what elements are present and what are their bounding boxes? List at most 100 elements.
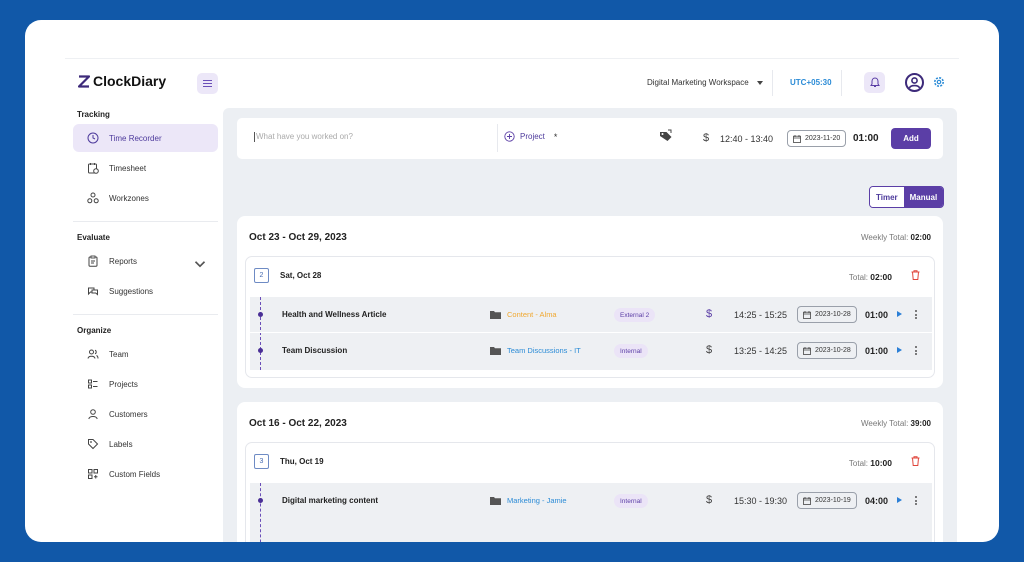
delete-trash-icon[interactable] xyxy=(911,270,920,280)
sidebar-item-time-recorder[interactable]: Time Recorder xyxy=(73,124,218,152)
tag-label-icon[interactable] xyxy=(659,129,673,142)
entry-duration[interactable]: 04:00 xyxy=(865,496,888,506)
project-selector[interactable]: Project * xyxy=(504,131,557,142)
play-icon[interactable] xyxy=(897,347,902,353)
week-range: Oct 23 - Oct 29, 2023 xyxy=(249,232,347,243)
billable-dollar-icon[interactable]: $ xyxy=(706,344,712,356)
entry-date-picker[interactable]: 2023-10-28 xyxy=(797,306,857,323)
entry-project[interactable]: Marketing - Jamie xyxy=(490,496,567,505)
billable-dollar-icon[interactable]: $ xyxy=(706,308,712,320)
more-options-icon[interactable] xyxy=(915,346,917,355)
chevron-down-icon[interactable] xyxy=(194,258,206,270)
delete-trash-icon[interactable] xyxy=(911,456,920,466)
entry-time-range[interactable]: 14:25 - 15:25 xyxy=(734,310,787,320)
add-button[interactable]: Add xyxy=(891,128,931,149)
sidebar-item-reports[interactable]: Reports xyxy=(73,247,218,275)
sidebar-divider xyxy=(73,221,218,222)
sidebar-item-timesheet[interactable]: Timesheet xyxy=(73,154,218,182)
entry-date: 2023-10-28 xyxy=(815,347,851,354)
sidebar: Tracking Time Recorder Timesheet Workzon… xyxy=(73,110,218,490)
day-total-value: 10:00 xyxy=(870,458,892,468)
menu-toggle-button[interactable] xyxy=(197,73,218,94)
time-entry-bar: What have you worked on? Project * $ 12:… xyxy=(237,118,943,159)
header-divider xyxy=(841,70,842,96)
timeline-dot xyxy=(258,498,263,503)
day-title: Sat, Oct 28 xyxy=(280,271,322,280)
user-icon xyxy=(88,409,98,420)
play-icon[interactable] xyxy=(897,497,902,503)
entries-list: Health and Wellness Article Content - Al… xyxy=(250,297,932,370)
time-entry-row[interactable]: Health and Wellness Article Content - Al… xyxy=(250,297,932,333)
workspace-selector[interactable]: Digital Marketing Workspace xyxy=(647,78,763,87)
weekly-total: Weekly Total: 39:00 xyxy=(861,419,931,428)
entry-date-picker[interactable]: 2023-11-20 xyxy=(787,130,847,147)
week-range: Oct 16 - Oct 22, 2023 xyxy=(249,418,347,429)
entry-time-range[interactable]: 13:25 - 14:25 xyxy=(734,346,787,356)
fields-icon xyxy=(88,469,98,479)
clipboard-icon xyxy=(88,255,98,267)
description-placeholder: What have you worked on? xyxy=(256,132,353,142)
more-options-icon[interactable] xyxy=(915,496,917,505)
day-group: 3 Thu, Oct 19 Total: 10:00 Digital marke… xyxy=(245,442,935,542)
projects-icon xyxy=(88,379,98,389)
sidebar-item-labels[interactable]: Labels xyxy=(73,430,218,458)
sidebar-item-custom-fields[interactable]: Custom Fields xyxy=(73,460,218,488)
time-entry-row[interactable]: Digital marketing content Marketing - Ja… xyxy=(250,483,932,519)
timezone-label[interactable]: UTC+05:30 xyxy=(790,78,832,87)
entry-tag[interactable]: Internal xyxy=(614,344,648,358)
section-title-tracking: Tracking xyxy=(77,110,110,119)
entry-tag[interactable]: External 2 xyxy=(614,308,656,322)
manual-mode-button[interactable]: Manual xyxy=(903,187,944,207)
play-icon[interactable] xyxy=(897,311,902,317)
entry-date-picker[interactable]: 2023-10-19 xyxy=(797,492,857,509)
entry-divider xyxy=(497,124,498,152)
entry-project[interactable]: Content - Alma xyxy=(490,310,557,319)
calendar-icon xyxy=(803,310,811,319)
sidebar-item-suggestions[interactable]: Suggestions xyxy=(73,277,218,305)
weekly-total-value: 39:00 xyxy=(910,419,931,428)
entry-time-range[interactable]: 15:30 - 19:30 xyxy=(734,496,787,506)
entry-date-picker[interactable]: 2023-10-28 xyxy=(797,342,857,359)
notifications-button[interactable] xyxy=(864,72,885,93)
day-group: 2 Sat, Oct 28 Total: 02:00 Health and We… xyxy=(245,256,935,378)
entry-date: 2023-10-28 xyxy=(815,311,851,318)
team-icon xyxy=(87,349,99,359)
folder-icon xyxy=(490,497,501,505)
entry-tag[interactable]: Internal xyxy=(614,494,648,508)
billable-dollar-icon[interactable]: $ xyxy=(706,494,712,506)
timeline-dot xyxy=(258,312,263,317)
calendar-icon xyxy=(803,496,811,505)
sidebar-item-label: Timesheet xyxy=(109,163,147,173)
calendar-icon xyxy=(793,134,801,143)
more-options-icon[interactable] xyxy=(915,310,917,319)
profile-avatar[interactable] xyxy=(905,73,924,92)
entry-duration[interactable]: 01:00 xyxy=(853,133,879,144)
entry-description[interactable]: Digital marketing content xyxy=(282,496,378,505)
calendar-icon xyxy=(803,346,811,355)
timer-mode-button[interactable]: Timer xyxy=(870,187,904,207)
settings-gear-icon[interactable] xyxy=(933,76,945,88)
billable-dollar-icon[interactable]: $ xyxy=(703,132,709,144)
hamburger-icon xyxy=(203,79,212,81)
entry-date: 2023-11-20 xyxy=(805,135,841,142)
sidebar-item-team[interactable]: Team xyxy=(73,340,218,368)
sidebar-item-projects[interactable]: Projects xyxy=(73,370,218,398)
entry-description[interactable]: Team Discussion xyxy=(282,346,347,355)
folder-icon xyxy=(490,311,501,319)
sidebar-item-label: Team xyxy=(109,349,129,359)
entry-project[interactable]: Team Discussions - IT xyxy=(490,346,581,355)
entry-duration[interactable]: 01:00 xyxy=(865,346,888,356)
entry-time-range[interactable]: 12:40 - 13:40 xyxy=(720,134,773,144)
tag-icon xyxy=(88,439,99,450)
description-input[interactable]: What have you worked on? xyxy=(254,132,353,142)
sidebar-item-workzones[interactable]: Workzones xyxy=(73,184,218,212)
weekly-total: Weekly Total: 02:00 xyxy=(861,233,931,242)
time-entry-row[interactable]: Team Discussion Team Discussions - IT In… xyxy=(250,333,932,369)
logo[interactable]: ClockDiary xyxy=(78,73,166,89)
bell-icon xyxy=(869,77,880,87)
entry-description[interactable]: Health and Wellness Article xyxy=(282,310,386,319)
entry-duration[interactable]: 01:00 xyxy=(865,310,888,320)
sidebar-item-customers[interactable]: Customers xyxy=(73,400,218,428)
workspace-name: Digital Marketing Workspace xyxy=(647,78,749,87)
app-name: ClockDiary xyxy=(93,73,167,89)
